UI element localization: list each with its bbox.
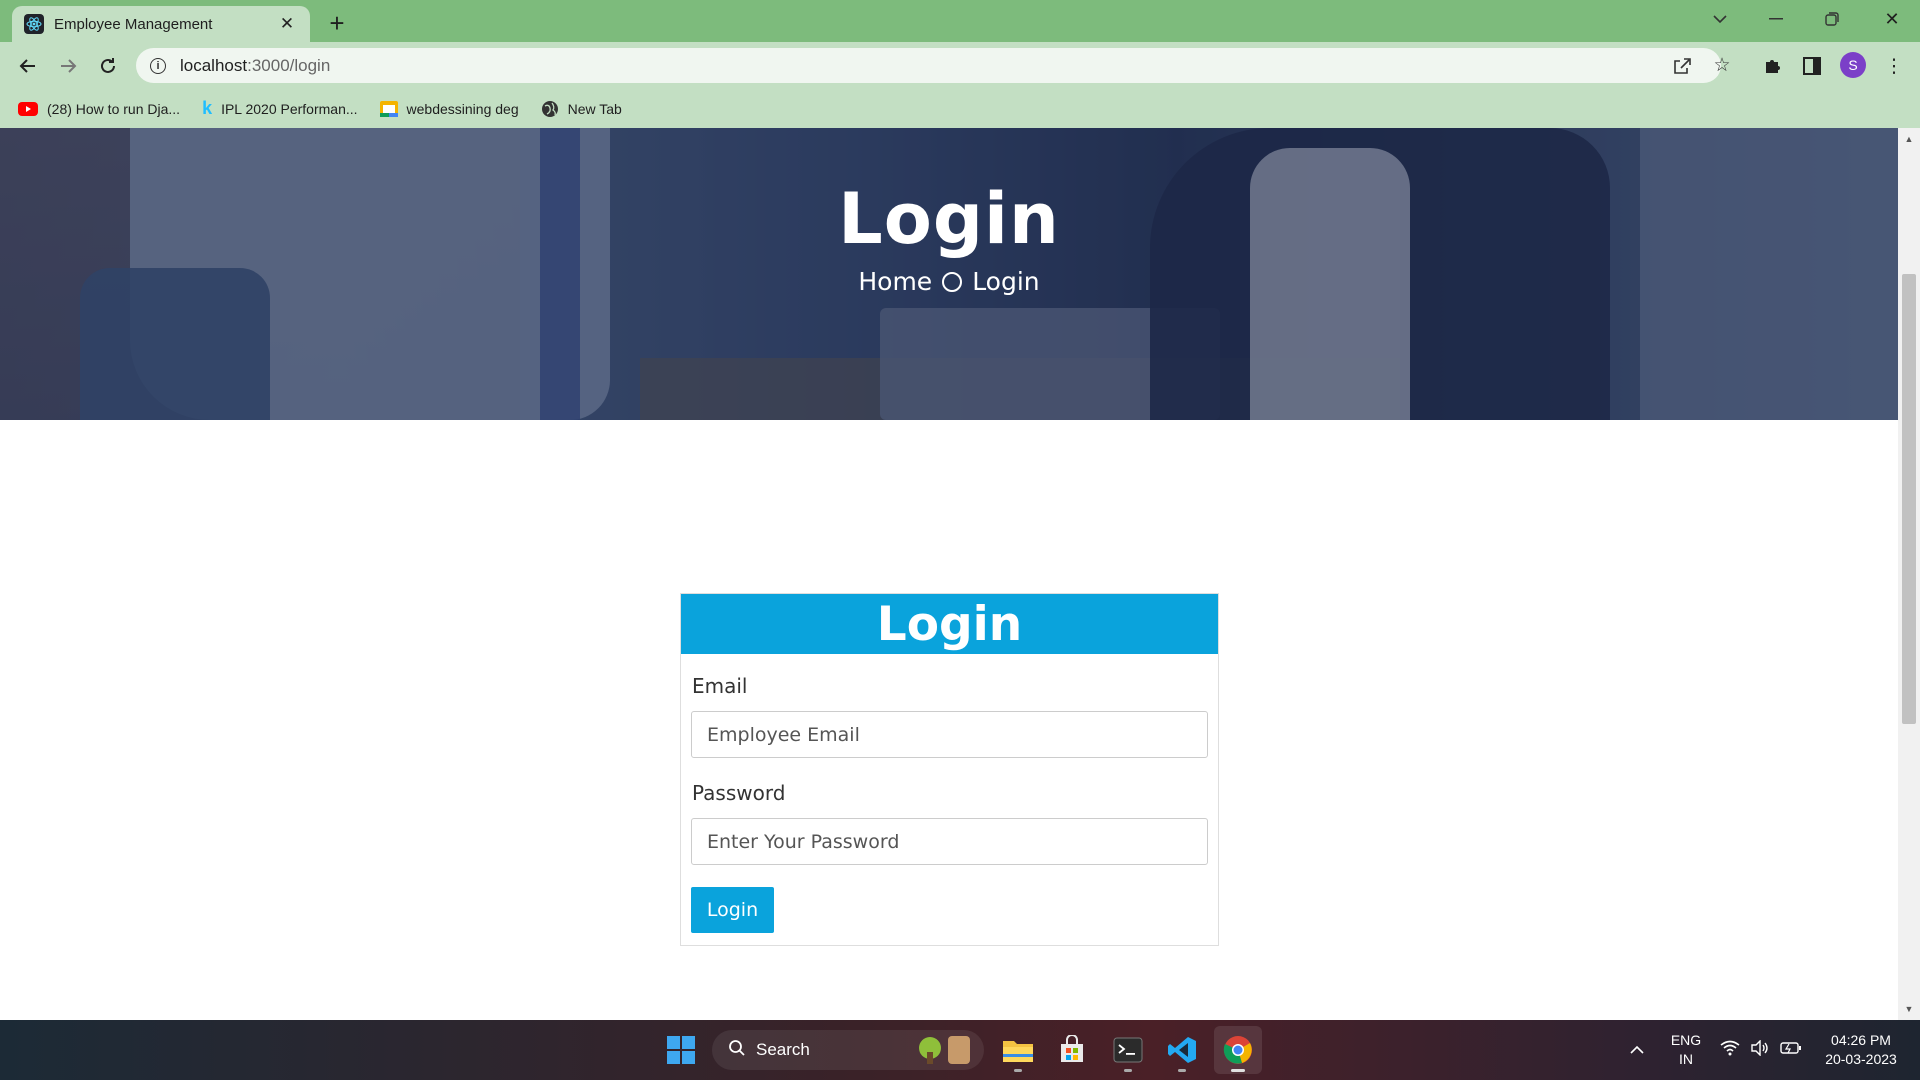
- menu-icon[interactable]: ⋮: [1878, 50, 1910, 82]
- login-card: Login Email Password Login: [680, 593, 1219, 946]
- terminal-icon[interactable]: [1104, 1026, 1152, 1074]
- forward-icon[interactable]: [52, 50, 84, 82]
- page-viewport: Login Home Login Login Email Password Lo…: [0, 128, 1898, 1020]
- breadcrumb-home-link[interactable]: Home: [858, 267, 932, 296]
- bookmark-item[interactable]: webdessining deg: [379, 100, 519, 117]
- url-path: :3000/login: [247, 55, 331, 75]
- extensions-icon[interactable]: [1756, 50, 1788, 82]
- share-icon[interactable]: [1666, 48, 1698, 83]
- tray-chevron-up-icon[interactable]: [1626, 1038, 1648, 1060]
- breadcrumb-current: Login: [972, 267, 1040, 296]
- language-primary: ENG: [1670, 1032, 1702, 1048]
- running-indicator: [1014, 1069, 1022, 1072]
- windows-start-icon[interactable]: [657, 1026, 705, 1074]
- side-panel-icon[interactable]: [1796, 50, 1828, 82]
- scrollbar-thumb[interactable]: [1902, 274, 1916, 724]
- running-indicator: [1231, 1069, 1245, 1072]
- running-indicator: [1124, 1069, 1132, 1072]
- reload-icon[interactable]: [92, 50, 124, 82]
- volume-icon[interactable]: [1750, 1039, 1770, 1061]
- browser-toolbar: i localhost:3000/login ☆ ⋮: [0, 42, 1920, 89]
- language-secondary: IN: [1679, 1051, 1693, 1067]
- clock[interactable]: 04:26 PM 20-03-2023: [1812, 1031, 1910, 1069]
- language-indicator[interactable]: ENG IN: [1666, 1031, 1706, 1069]
- restore-button[interactable]: [1804, 0, 1860, 38]
- tab-search-icon[interactable]: [1692, 0, 1748, 38]
- login-card-heading: Login: [681, 594, 1218, 654]
- vscode-icon[interactable]: [1158, 1026, 1206, 1074]
- running-indicator: [1178, 1069, 1186, 1072]
- bookmark-label: New Tab: [567, 100, 622, 117]
- react-icon: [24, 14, 44, 34]
- tab-title: Employee Management: [54, 15, 213, 33]
- email-label: Email: [692, 674, 748, 698]
- wifi-icon[interactable]: [1720, 1040, 1740, 1061]
- bookmark-item[interactable]: New Tab: [541, 100, 622, 118]
- login-button[interactable]: Login: [691, 887, 774, 933]
- password-field[interactable]: [691, 818, 1208, 865]
- bookmark-item[interactable]: (28) How to run Dja...: [18, 101, 180, 117]
- breadcrumb: Home Login: [0, 267, 1898, 296]
- battery-icon[interactable]: [1780, 1041, 1802, 1060]
- youtube-icon: [18, 101, 38, 116]
- browser-tabbar: Employee Management ✕ + ✕: [0, 0, 1920, 42]
- taskbar: Search ENG IN 04:26 PM 20-03-2023: [0, 1020, 1920, 1080]
- close-window-button[interactable]: ✕: [1864, 0, 1920, 38]
- bookmark-label: IPL 2020 Performan...: [221, 100, 358, 117]
- chrome-icon[interactable]: [1214, 1026, 1262, 1074]
- bookmark-label: (28) How to run Dja...: [47, 100, 181, 117]
- scroll-down-icon[interactable]: ▼: [1898, 1000, 1920, 1018]
- email-field[interactable]: [691, 711, 1208, 758]
- globe-icon: [541, 100, 559, 118]
- microsoft-store-icon[interactable]: [1048, 1026, 1096, 1074]
- url-host: localhost: [180, 55, 248, 75]
- search-highlight-icon: [910, 1034, 972, 1071]
- breadcrumb-separator-icon: [942, 271, 963, 292]
- taskbar-search[interactable]: Search: [712, 1030, 984, 1070]
- clock-date: 20-03-2023: [1825, 1051, 1897, 1067]
- tab-close-icon[interactable]: ✕: [276, 14, 298, 34]
- kaggle-icon: k: [202, 98, 213, 118]
- site-info-icon[interactable]: i: [150, 57, 166, 74]
- hero-banner: Login Home Login: [0, 128, 1898, 420]
- search-icon: [728, 1039, 746, 1062]
- page-scrollbar[interactable]: ▲ ▼: [1898, 128, 1920, 1020]
- file-explorer-icon[interactable]: [994, 1026, 1042, 1074]
- password-label: Password: [692, 781, 786, 805]
- new-tab-button[interactable]: +: [322, 8, 352, 38]
- google-slides-icon: [379, 100, 398, 117]
- minimize-button[interactable]: [1748, 0, 1804, 38]
- bookmark-label: webdessining deg: [406, 100, 519, 117]
- bookmark-star-icon[interactable]: ☆: [1706, 48, 1738, 83]
- clock-time: 04:26 PM: [1831, 1032, 1891, 1048]
- bookmarks-bar: (28) How to run Dja... k IPL 2020 Perfor…: [0, 89, 1920, 128]
- profile-avatar[interactable]: S: [1840, 52, 1866, 78]
- bookmark-item[interactable]: k IPL 2020 Performan...: [202, 98, 357, 119]
- scroll-up-icon[interactable]: ▲: [1898, 130, 1920, 148]
- taskbar-search-label: Search: [756, 1040, 810, 1059]
- address-bar[interactable]: i localhost:3000/login: [136, 48, 1721, 83]
- browser-tab[interactable]: Employee Management ✕: [12, 6, 310, 42]
- hero-title: Login: [838, 178, 1060, 260]
- back-icon[interactable]: [12, 50, 44, 82]
